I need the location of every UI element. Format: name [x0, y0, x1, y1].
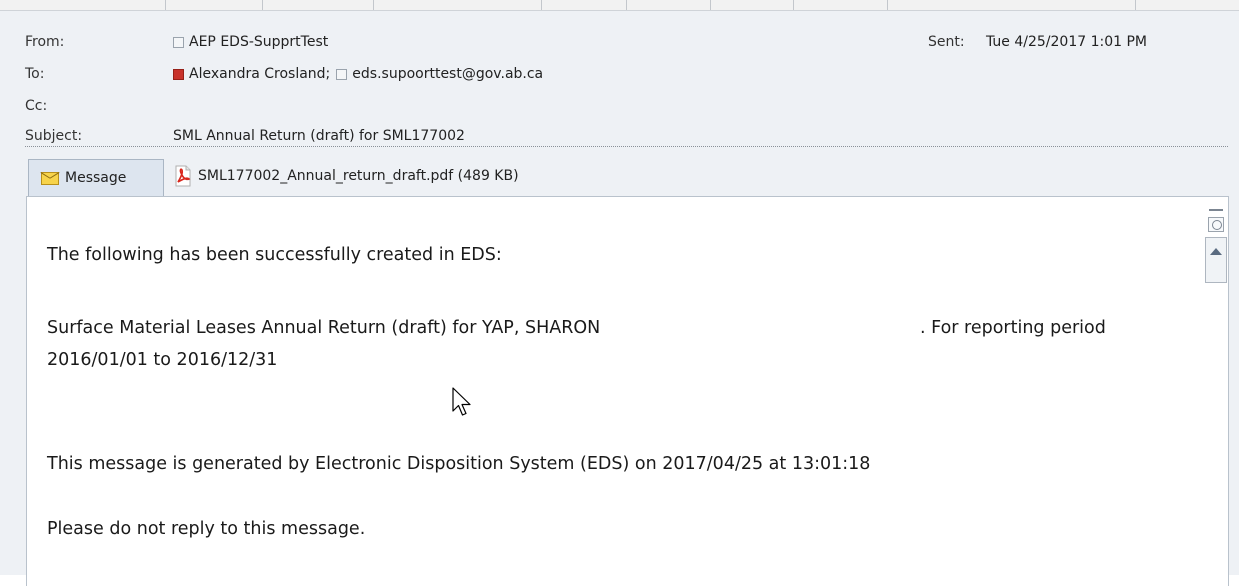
attachment-item[interactable]: SML177002_Annual_return_draft.pdf (489 K… — [174, 163, 519, 189]
contact-card-icon — [336, 68, 348, 80]
column-separator — [710, 0, 711, 10]
body-line: This message is generated by Electronic … — [47, 454, 871, 474]
column-separator — [165, 0, 166, 10]
toolbar-strip — [0, 0, 1239, 11]
column-separator — [626, 0, 627, 10]
message-tab[interactable]: Message — [28, 159, 164, 196]
body-line: . For reporting period — [920, 318, 1106, 338]
column-separator — [373, 0, 374, 10]
from-value[interactable]: AEP EDS-SupprtTest — [173, 34, 328, 50]
mouse-pointer-icon — [452, 387, 471, 416]
contact-card-icon — [173, 36, 184, 48]
from-sender[interactable]: AEP EDS-SupprtTest — [189, 34, 328, 50]
header-divider — [25, 146, 1228, 147]
sent-label: Sent: — [928, 34, 965, 50]
column-separator — [793, 0, 794, 10]
cc-label: Cc: — [25, 98, 48, 114]
column-separator — [1135, 0, 1136, 10]
collapse-icon[interactable] — [1209, 209, 1223, 211]
to-value: Alexandra Crosland; eds.supoorttest@gov.… — [173, 66, 543, 82]
to-recipient[interactable]: Alexandra Crosland; — [189, 66, 330, 82]
subject-value: SML Annual Return (draft) for SML177002 — [173, 128, 465, 144]
body-line: Please do not reply to this message. — [47, 519, 366, 539]
contact-card-icon — [173, 68, 184, 80]
scroll-up-button[interactable] — [1205, 237, 1227, 283]
arrow-up-icon — [1210, 248, 1222, 255]
attachment-filename[interactable]: SML177002_Annual_return_draft.pdf (489 K… — [198, 168, 519, 184]
pdf-icon — [175, 165, 191, 187]
vertical-scrollbar[interactable] — [1195, 197, 1228, 586]
message-tab-label: Message — [65, 170, 127, 186]
sent-value: Tue 4/25/2017 1:01 PM — [986, 34, 1148, 50]
body-line: Surface Material Leases Annual Return (d… — [47, 318, 601, 338]
column-separator — [887, 0, 888, 10]
to-label: To: — [25, 66, 45, 82]
subject-label: Subject: — [25, 128, 83, 144]
column-separator — [262, 0, 263, 10]
body-line: The following has been successfully crea… — [47, 245, 502, 265]
to-recipient[interactable]: eds.supoorttest@gov.ab.ca — [352, 66, 543, 82]
envelope-icon — [41, 171, 59, 185]
from-label: From: — [25, 34, 65, 50]
column-separator — [541, 0, 542, 10]
people-pane-icon[interactable] — [1208, 217, 1224, 232]
body-line: 2016/01/01 to 2016/12/31 — [47, 350, 278, 370]
